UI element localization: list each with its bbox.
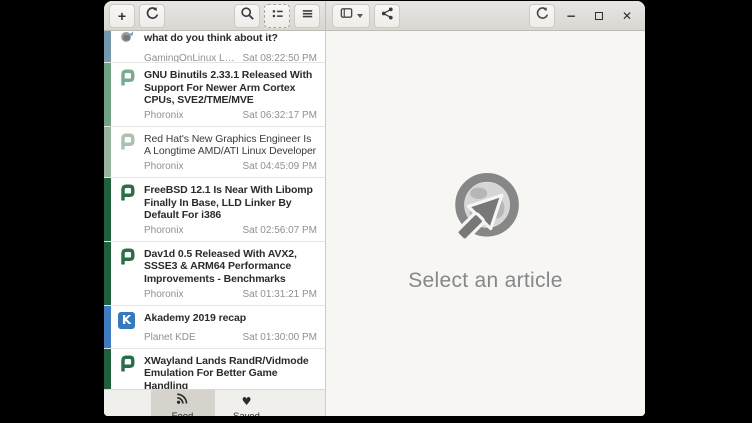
article-row-body: GNU Binutils 2.33.1 Released With Suppor… [111,63,325,126]
share-icon [380,6,395,26]
article-row[interactable]: XWayland Lands RandR/Vidmode Emulation F… [104,349,325,389]
maximize-icon [595,12,603,20]
search-icon [240,6,255,26]
main-content: what do you think about it? GamingOnLinux… [104,31,645,416]
headerbar: + [104,1,645,31]
phoronix-favicon [118,133,137,158]
article-title: GNU Binutils 2.33.1 Released With Suppor… [144,69,317,107]
feedreader-window: + [104,1,645,416]
detail-list-icon [270,6,285,26]
article-row[interactable]: K Akademy 2019 recap Planet KDE Sat 01:30:0… [104,306,325,349]
refresh-icon [145,6,160,26]
tab-label: Saved [233,411,260,416]
article-source: Phoronix [144,289,183,300]
menu-button[interactable] [294,4,320,28]
headerbar-list-section: + [104,1,326,30]
article-row[interactable]: GNU Binutils 2.33.1 Released With Suppor… [104,63,325,127]
search-button[interactable] [234,4,260,28]
article-detail-pane: Select an article [326,31,645,416]
article-list: what do you think about it? GamingOnLinux… [104,31,325,389]
article-row-body: XWayland Lands RandR/Vidmode Emulation F… [111,349,325,389]
article-source: Phoronix [144,225,183,236]
article-title: Akademy 2019 recap [144,312,317,329]
phoronix-favicon [118,248,137,286]
article-row[interactable]: Red Hat's New Graphics Engineer Is A Lon… [104,127,325,178]
article-title: Red Hat's New Graphics Engineer Is A Lon… [144,133,317,158]
gamingonlinux-favicon [118,32,137,50]
reader-view-icon [339,6,354,25]
maximize-button[interactable] [585,4,613,28]
article-source: Planet KDE [144,332,196,343]
feedreader-logo-icon [443,168,529,255]
article-row-body: Dav1d 0.5 Released With AVX2, SSSE3 & AR… [111,242,325,305]
article-title: Dav1d 0.5 Released With AVX2, SSSE3 & AR… [144,248,317,286]
phoronix-favicon [118,184,137,222]
tab-feed[interactable]: Feed [151,390,215,416]
article-row[interactable]: Dav1d 0.5 Released With AVX2, SSSE3 & AR… [104,242,325,306]
placeholder-text: Select an article [408,269,563,293]
article-row-body: what do you think about it? GamingOnLinux… [111,31,325,62]
article-row[interactable]: what do you think about it? GamingOnLinux… [104,31,325,63]
article-source: Phoronix [144,161,183,172]
feed-accent-bar [104,63,111,126]
article-timestamp: Sat 01:31:21 PM [243,289,318,300]
kde-favicon: K [118,312,135,329]
window-controls: − ✕ [557,4,641,28]
article-source: GamingOnLinux Latest… [144,53,237,63]
feed-accent-bar [104,306,111,348]
article-timestamp: Sat 04:45:09 PM [243,161,318,172]
share-button[interactable] [374,4,400,28]
article-title: FreeBSD 12.1 Is Near With Libomp Finally… [144,184,317,222]
article-timestamp: Sat 01:30:00 PM [243,332,318,343]
bottom-tab-bar: Feed ♥Saved [104,389,325,416]
headerbar-article-section: − ✕ [326,1,645,30]
article-title: what do you think about it? [144,32,317,50]
article-row-body: K Akademy 2019 recap Planet KDE Sat 01:30:0… [111,306,325,348]
feed-accent-bar [104,242,111,305]
article-view-mode-button[interactable] [332,4,370,28]
hamburger-icon [300,6,315,26]
phoronix-favicon [118,355,137,389]
feed-accent-bar [104,349,111,389]
article-list-pane: what do you think about it? GamingOnLinux… [104,31,326,416]
feed-accent-bar [104,31,111,62]
article-row[interactable]: FreeBSD 12.1 Is Near With Libomp Finally… [104,178,325,242]
phoronix-favicon [118,69,137,107]
minimize-button[interactable]: − [557,4,585,28]
article-timestamp: Sat 08:22:50 PM [243,53,318,63]
tab-saved[interactable]: ♥Saved [215,390,279,416]
circular-arrow-icon [535,6,550,26]
article-timestamp: Sat 06:32:17 PM [243,110,318,121]
heart-icon: ♥ [242,392,252,410]
article-row-body: FreeBSD 12.1 Is Near With Libomp Finally… [111,178,325,241]
caret-down-icon [357,14,363,18]
feed-accent-bar [104,178,111,241]
article-timestamp: Sat 02:56:07 PM [243,225,318,236]
tab-label: Feed [172,411,194,416]
kde-favicon: K [118,312,137,329]
article-source: Phoronix [144,110,183,121]
add-feed-button[interactable]: + [109,4,135,28]
feed-accent-bar [104,127,111,177]
article-title: XWayland Lands RandR/Vidmode Emulation F… [144,355,317,389]
plus-icon: + [118,9,126,23]
refresh-button[interactable] [139,4,165,28]
close-button[interactable]: ✕ [613,4,641,28]
article-row-body: Red Hat's New Graphics Engineer Is A Lon… [111,127,325,177]
rss-icon [176,392,189,410]
mark-read-view-button[interactable] [264,4,290,28]
update-status-button[interactable] [529,4,555,28]
